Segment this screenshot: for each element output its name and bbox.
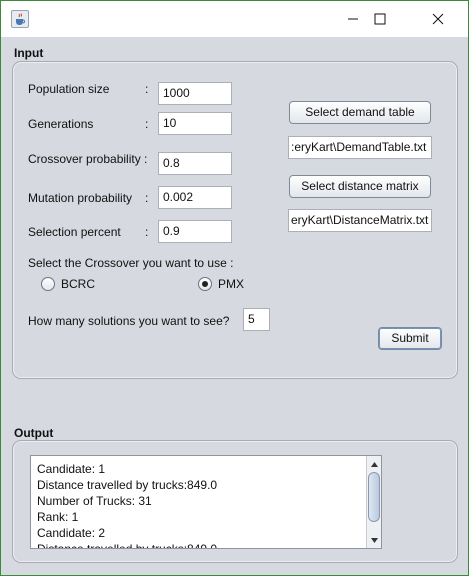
output-text-area[interactable]: Candidate: 1 Distance travelled by truck… (30, 455, 382, 549)
generations-colon: : (145, 117, 149, 131)
output-line: Rank: 1 (37, 510, 79, 524)
input-panel: Population size : 1000 Generations : 10 … (12, 61, 458, 379)
select-demand-table-button[interactable]: Select demand table (289, 101, 431, 124)
selection-percent-label: Selection percent (28, 225, 121, 239)
output-line: Number of Trucks: 31 (37, 494, 152, 508)
generations-label: Generations (28, 117, 94, 131)
output-lines: Candidate: 1 Distance travelled by truck… (37, 461, 361, 549)
scroll-thumb[interactable] (368, 472, 380, 522)
bcrc-radio-label[interactable]: BCRC (61, 277, 95, 291)
mutation-probability-input[interactable]: 0.002 (158, 186, 232, 209)
maximize-icon (374, 13, 386, 25)
bcrc-radio[interactable] (41, 277, 55, 291)
output-line: Candidate: 2 (37, 526, 106, 540)
output-line: Candidate: 1 (37, 462, 106, 476)
output-scrollbar[interactable] (366, 456, 381, 548)
solutions-prompt: How many solutions you want to see? (28, 314, 230, 328)
population-size-input[interactable]: 1000 (158, 82, 232, 105)
crossover-prompt: Select the Crossover you want to use : (28, 256, 234, 270)
app-window: Input Population size : 1000 Generations… (0, 0, 469, 576)
distance-matrix-path-field[interactable]: eryKart\DistanceMatrix.txt (288, 209, 432, 232)
population-size-label: Population size (28, 82, 110, 96)
mutation-probability-label: Mutation probability (28, 191, 133, 205)
demand-table-path-field[interactable]: :eryKart\DemandTable.txt (288, 136, 432, 159)
submit-button[interactable]: Submit (378, 327, 442, 350)
output-section-title: Output (14, 426, 54, 440)
maximize-button[interactable] (357, 1, 403, 37)
scroll-up-arrow-icon[interactable] (367, 457, 381, 471)
close-icon (432, 13, 444, 25)
crossover-probability-label: Crossover probability : (28, 152, 148, 166)
select-distance-matrix-button[interactable]: Select distance matrix (289, 175, 431, 198)
close-button[interactable] (415, 1, 461, 37)
output-line: Distance travelled by trucks:849.0 (37, 478, 218, 492)
radio-selected-dot (202, 281, 208, 287)
scroll-down-arrow-icon[interactable] (367, 533, 381, 547)
title-bar (1, 1, 468, 37)
solutions-count-input[interactable]: 5 (243, 308, 270, 331)
input-section-title: Input (14, 46, 44, 60)
mutation-probability-colon: : (145, 191, 149, 205)
java-cup-icon[interactable] (11, 10, 29, 28)
generations-input[interactable]: 10 (158, 112, 232, 135)
population-size-colon: : (145, 82, 149, 96)
output-line: Distance travelled by trucks:849.0 (37, 542, 218, 549)
pmx-radio-label[interactable]: PMX (218, 277, 244, 291)
crossover-probability-input[interactable]: 0.8 (158, 152, 232, 175)
output-panel: Candidate: 1 Distance travelled by truck… (12, 440, 458, 563)
selection-percent-colon: : (145, 225, 149, 239)
selection-percent-input[interactable]: 0.9 (158, 220, 232, 243)
pmx-radio[interactable] (198, 277, 212, 291)
